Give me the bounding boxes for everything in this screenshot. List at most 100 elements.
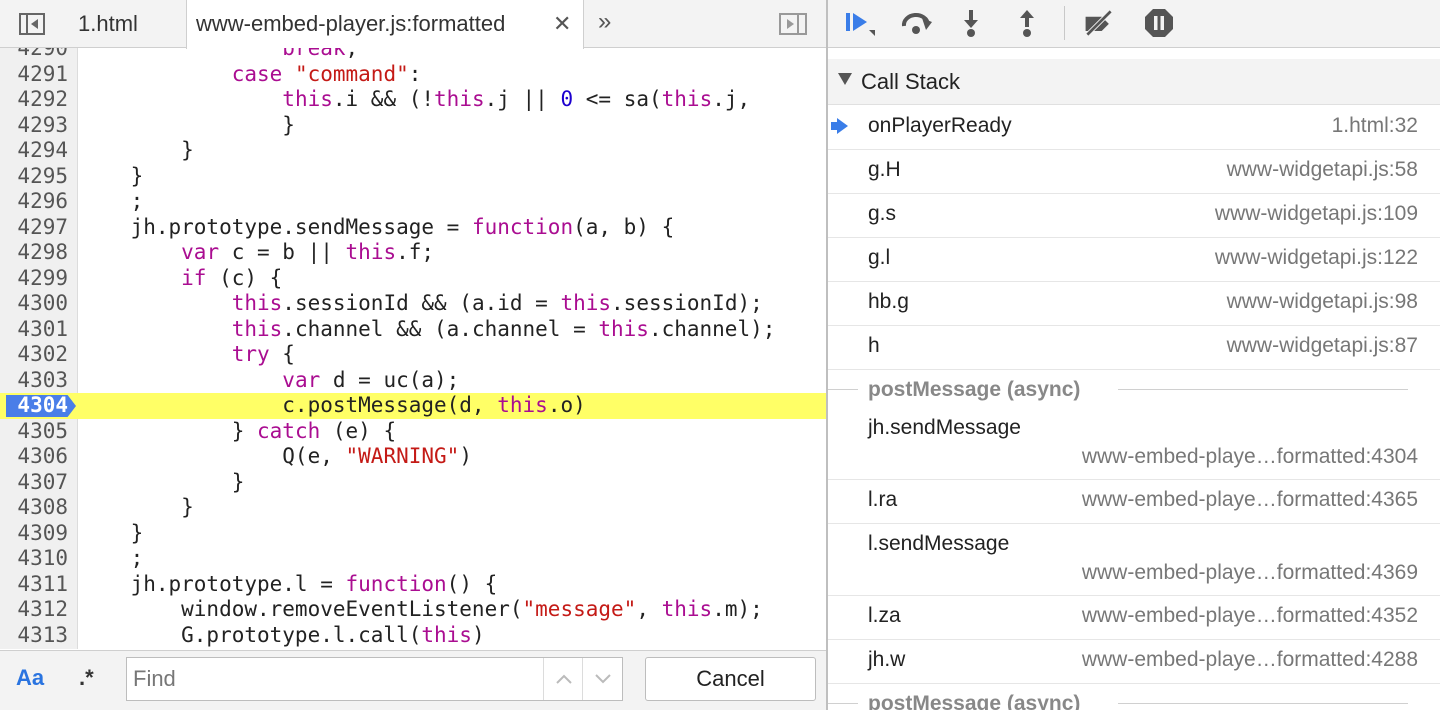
tab-1-html[interactable]: 1.html [78,0,138,48]
toggle-debugger-icon[interactable] [778,12,808,36]
code-text: window.removeEventListener("message", th… [80,597,763,621]
code-line[interactable]: 4297 jh.prototype.sendMessage = function… [0,215,826,241]
find-input[interactable] [127,658,543,700]
line-number[interactable]: 4313 [0,623,68,649]
code-line[interactable]: 4310 ; [0,546,826,572]
code-text: } [80,469,245,494]
line-number[interactable]: 4312 [0,597,68,623]
code-line[interactable]: 4309 } [0,521,826,547]
line-number[interactable]: 4303 [0,368,68,394]
call-stack-header[interactable]: Call Stack [828,59,1440,105]
call-frame[interactable]: g.l www-widgetapi.js:122 [828,238,1440,282]
find-next-button[interactable] [582,658,622,700]
code-line[interactable]: 4303 var d = uc(a); [0,368,826,394]
line-number[interactable]: 4302 [0,342,68,368]
code-line[interactable]: 4300 this.sessionId && (a.id = this.sess… [0,291,826,317]
call-frame[interactable]: h www-widgetapi.js:87 [828,326,1440,370]
code-line[interactable]: 4293 } [0,113,826,139]
code-text: } [80,163,144,188]
call-frame[interactable]: jh.w www-embed-playe…formatted:4288 [828,640,1440,684]
code-line[interactable]: 4291 case "command": [0,62,826,88]
step-into-button[interactable] [954,8,988,38]
code-line[interactable]: 4301 this.channel && (a.channel = this.c… [0,317,826,343]
line-number[interactable]: 4294 [0,138,68,164]
call-frame[interactable]: jh.sendMessage www-embed-playe…formatted:… [828,408,1440,480]
call-frame[interactable]: g.H www-widgetapi.js:58 [828,150,1440,194]
line-number[interactable]: 4299 [0,266,68,292]
line-number[interactable]: 4309 [0,521,68,547]
deactivate-breakpoints-icon [1085,9,1113,37]
find-previous-button[interactable] [543,658,583,700]
frame-location[interactable]: www-embed-playe…formatted:4288 [1082,648,1418,672]
code-area[interactable]: 4290 break; 4291 case "command": 4292 this… [0,48,826,649]
line-number[interactable]: 4290 [0,48,68,62]
line-number[interactable]: 4311 [0,572,68,598]
line-number[interactable]: 4301 [0,317,68,343]
frame-location[interactable]: 1.html:32 [1332,114,1418,138]
pause-on-exceptions-button[interactable] [1142,8,1176,38]
code-line[interactable]: 4311 jh.prototype.l = function() { [0,572,826,598]
line-number[interactable]: 4308 [0,495,68,521]
step-out-button[interactable] [1010,8,1044,38]
call-frame[interactable]: hb.g www-widgetapi.js:98 [828,282,1440,326]
line-number[interactable]: 4297 [0,215,68,241]
tabs-overflow-icon[interactable]: » [598,0,612,44]
call-frame[interactable]: l.sendMessage www-embed-playe…formatted:4… [828,524,1440,596]
code-text: jh.prototype.l = function() { [80,571,498,596]
line-number[interactable]: 4291 [0,62,68,88]
frame-location[interactable]: www-widgetapi.js:87 [1227,334,1418,358]
line-number[interactable]: 4295 [0,164,68,190]
code-line[interactable]: 4306 Q(e, "WARNING") [0,444,826,470]
close-icon[interactable]: ✕ [553,0,571,48]
frame-location[interactable]: www-widgetapi.js:109 [1215,202,1418,226]
frame-function-name: hb.g [868,290,909,313]
code-line[interactable]: 4295 } [0,164,826,190]
code-line[interactable]: 4290 break; [0,48,826,62]
code-line[interactable]: 4299 if (c) { [0,266,826,292]
frame-location[interactable]: www-widgetapi.js:122 [1215,246,1418,270]
frame-location[interactable]: www-widgetapi.js:98 [1227,290,1418,314]
call-frame[interactable]: onPlayerReady 1.html:32 [828,106,1440,150]
cancel-button[interactable]: Cancel [645,657,816,701]
code-line[interactable]: 4307 } [0,470,826,496]
match-case-toggle[interactable]: Aa [16,665,44,691]
code-line[interactable]: 4298 var c = b || this.f; [0,240,826,266]
code-text: this.i && (!this.j || 0 <= sa(this.j, [282,87,751,111]
line-number[interactable]: 4307 [0,470,68,496]
tab-www-embed-player[interactable]: www-embed-player.js:formatted [186,0,584,49]
line-number[interactable]: 4305 [0,419,68,445]
line-number[interactable]: 4293 [0,113,68,139]
line-number[interactable]: 4296 [0,189,68,215]
line-number[interactable]: 4306 [0,444,68,470]
code-line[interactable]: 4313 G.prototype.l.call(this) [0,623,826,649]
deactivate-breakpoints-button[interactable] [1082,8,1116,38]
code-line[interactable]: 4296 ; [0,189,826,215]
line-number[interactable]: 4300 [0,291,68,317]
code-line[interactable]: 4308 } [0,495,826,521]
code-line[interactable]: 4292 this.i && (!this.j || 0 <= sa(this.… [0,87,826,113]
frame-location[interactable]: www-embed-playe…formatted:4304 [1082,445,1418,469]
line-number[interactable]: 4292 [0,87,68,113]
regex-toggle[interactable]: .* [79,665,94,691]
code-text: var d = uc(a); [282,367,460,392]
code-line[interactable]: 4312 window.removeEventListener("message… [0,597,826,623]
call-frame[interactable]: g.s www-widgetapi.js:109 [828,194,1440,238]
line-number[interactable]: 4304 [0,393,68,419]
call-frame[interactable]: l.ra www-embed-playe…formatted:4365 [828,480,1440,524]
current-execution-line[interactable]: 4304 c.postMessage(d, this.o) [0,393,826,419]
frame-location[interactable]: www-embed-playe…formatted:4365 [1082,488,1418,512]
frame-location[interactable]: www-embed-playe…formatted:4352 [1082,604,1418,628]
frame-location[interactable]: www-embed-playe…formatted:4369 [1082,561,1418,585]
toolbar-separator [1064,6,1065,40]
line-number[interactable]: 4298 [0,240,68,266]
line-number[interactable]: 4310 [0,546,68,572]
code-line[interactable]: 4294 } [0,138,826,164]
frame-location[interactable]: www-widgetapi.js:58 [1227,158,1418,182]
step-over-button[interactable] [900,8,934,38]
code-line[interactable]: 4305 } catch (e) { [0,419,826,445]
resume-button[interactable] [842,8,876,38]
frame-function-name: g.l [868,246,891,269]
call-frame[interactable]: l.za www-embed-playe…formatted:4352 [828,596,1440,640]
code-line[interactable]: 4302 try { [0,342,826,368]
toggle-navigator-icon[interactable] [17,12,47,36]
